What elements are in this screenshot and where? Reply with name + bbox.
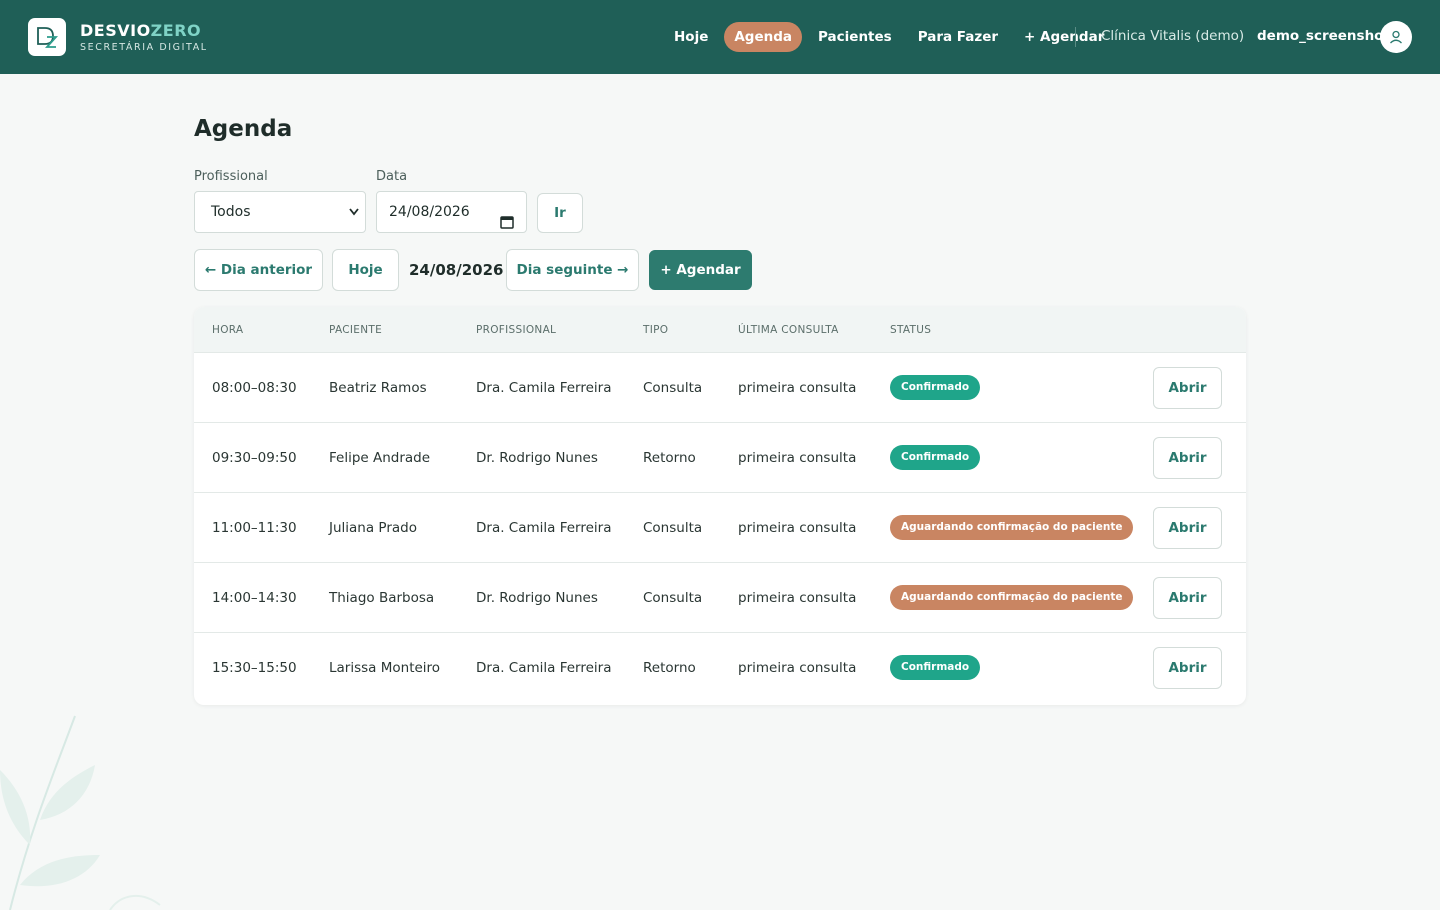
brand-name: DESVIOZERO xyxy=(80,21,208,41)
column-header-status: STATUS xyxy=(890,324,932,336)
column-header-tipo: TIPO xyxy=(643,324,669,336)
go-button[interactable]: Ir xyxy=(537,193,583,233)
cell-paciente: Juliana Prado xyxy=(329,520,417,536)
cell-profissional: Dra. Camila Ferreira xyxy=(476,380,612,396)
cell-hora: 09:30–09:50 xyxy=(212,450,297,466)
calendar-icon[interactable] xyxy=(500,205,514,245)
nav-item-agenda[interactable]: Agenda xyxy=(724,22,803,52)
current-date: 24/08/2026 xyxy=(409,261,504,279)
user-avatar-icon[interactable] xyxy=(1380,21,1412,53)
brand[interactable]: DESVIOZERO SECRETÁRIA DIGITAL xyxy=(28,18,208,56)
appointments-table: HORA PACIENTE PROFISSIONAL TIPO ÚLTIMA C… xyxy=(194,307,1246,705)
clinic-name[interactable]: Clínica Vitalis (demo) xyxy=(1101,28,1244,44)
cell-paciente: Felipe Andrade xyxy=(329,450,431,466)
brand-logo-icon xyxy=(28,18,66,56)
cell-ultima-consulta: primeira consulta xyxy=(738,590,857,606)
cell-tipo: Consulta xyxy=(643,520,703,536)
cell-hora: 11:00–11:30 xyxy=(212,520,297,536)
column-header-hora: HORA xyxy=(212,324,244,336)
new-appointment-button[interactable]: + Agendar xyxy=(649,250,752,290)
open-appointment-button[interactable]: Abrir xyxy=(1153,437,1222,479)
nav-item-para-fazer[interactable]: Para Fazer xyxy=(908,22,1008,52)
brand-name-accent: ZERO xyxy=(150,20,202,40)
professional-select-value: Todos xyxy=(211,204,251,220)
chevron-down-icon xyxy=(349,192,359,249)
top-navigation-bar: DESVIOZERO SECRETÁRIA DIGITAL Hoje Agend… xyxy=(0,0,1440,74)
open-appointment-button[interactable]: Abrir xyxy=(1153,577,1222,619)
table-row: 15:30–15:50 Larissa Monteiro Dra. Camila… xyxy=(194,633,1246,703)
professional-select[interactable]: Todos xyxy=(194,191,366,233)
nav-item-hoje[interactable]: Hoje xyxy=(664,22,718,52)
cell-ultima-consulta: primeira consulta xyxy=(738,660,857,676)
nav-divider xyxy=(1075,27,1076,47)
cell-paciente: Beatriz Ramos xyxy=(329,380,427,396)
cell-tipo: Retorno xyxy=(643,660,696,676)
column-header-profissional: PROFISSIONAL xyxy=(476,324,557,336)
decorative-leaves-icon xyxy=(0,715,161,910)
table-row: 09:30–09:50 Felipe Andrade Dr. Rodrigo N… xyxy=(194,423,1246,493)
column-header-paciente: PACIENTE xyxy=(329,324,383,336)
cell-paciente: Larissa Monteiro xyxy=(329,660,441,676)
open-appointment-button[interactable]: Abrir xyxy=(1153,367,1222,409)
status-badge: Aguardando confirmação do paciente xyxy=(890,515,1134,540)
table-row: 14:00–14:30 Thiago Barbosa Dr. Rodrigo N… xyxy=(194,563,1246,633)
table-header: HORA PACIENTE PROFISSIONAL TIPO ÚLTIMA C… xyxy=(194,307,1246,353)
cell-profissional: Dra. Camila Ferreira xyxy=(476,520,612,536)
cell-hora: 14:00–14:30 xyxy=(212,590,297,606)
cell-profissional: Dr. Rodrigo Nunes xyxy=(476,450,598,466)
cell-hora: 08:00–08:30 xyxy=(212,380,297,396)
cell-profissional: Dra. Camila Ferreira xyxy=(476,660,612,676)
cell-paciente: Thiago Barbosa xyxy=(329,590,435,606)
date-label: Data xyxy=(376,169,408,184)
status-badge: Confirmado xyxy=(890,445,981,470)
table-row: 08:00–08:30 Beatriz Ramos Dra. Camila Fe… xyxy=(194,353,1246,423)
brand-name-main: DESVIO xyxy=(80,20,151,40)
cell-tipo: Consulta xyxy=(643,380,703,396)
cell-ultima-consulta: primeira consulta xyxy=(738,380,857,396)
status-badge: Confirmado xyxy=(890,375,981,400)
status-badge: Aguardando confirmação do paciente xyxy=(890,585,1134,610)
main-nav: Hoje Agenda Pacientes Para Fazer + Agend… xyxy=(664,22,1120,52)
cell-tipo: Retorno xyxy=(643,450,696,466)
open-appointment-button[interactable]: Abrir xyxy=(1153,507,1222,549)
status-badge: Confirmado xyxy=(890,655,981,680)
nav-item-pacientes[interactable]: Pacientes xyxy=(808,22,902,52)
cell-ultima-consulta: primeira consulta xyxy=(738,520,857,536)
table-row: 11:00–11:30 Juliana Prado Dra. Camila Fe… xyxy=(194,493,1246,563)
previous-day-button[interactable]: ← Dia anterior xyxy=(194,249,323,291)
cell-profissional: Dr. Rodrigo Nunes xyxy=(476,590,598,606)
cell-hora: 15:30–15:50 xyxy=(212,660,297,676)
next-day-button[interactable]: Dia seguinte → xyxy=(506,249,639,291)
brand-subtitle: SECRETÁRIA DIGITAL xyxy=(80,41,208,53)
today-button[interactable]: Hoje xyxy=(332,249,399,291)
column-header-ultima-consulta: ÚLTIMA CONSULTA xyxy=(738,324,839,336)
date-input[interactable]: 24/08/2026 xyxy=(376,191,527,233)
nav-item-agendar[interactable]: + Agendar xyxy=(1014,22,1114,52)
open-appointment-button[interactable]: Abrir xyxy=(1153,647,1222,689)
date-input-value: 24/08/2026 xyxy=(389,204,470,220)
username[interactable]: demo_screenshot xyxy=(1257,28,1390,44)
cell-ultima-consulta: primeira consulta xyxy=(738,450,857,466)
cell-tipo: Consulta xyxy=(643,590,703,606)
professional-label: Profissional xyxy=(194,169,268,184)
page-title: Agenda xyxy=(194,116,293,142)
